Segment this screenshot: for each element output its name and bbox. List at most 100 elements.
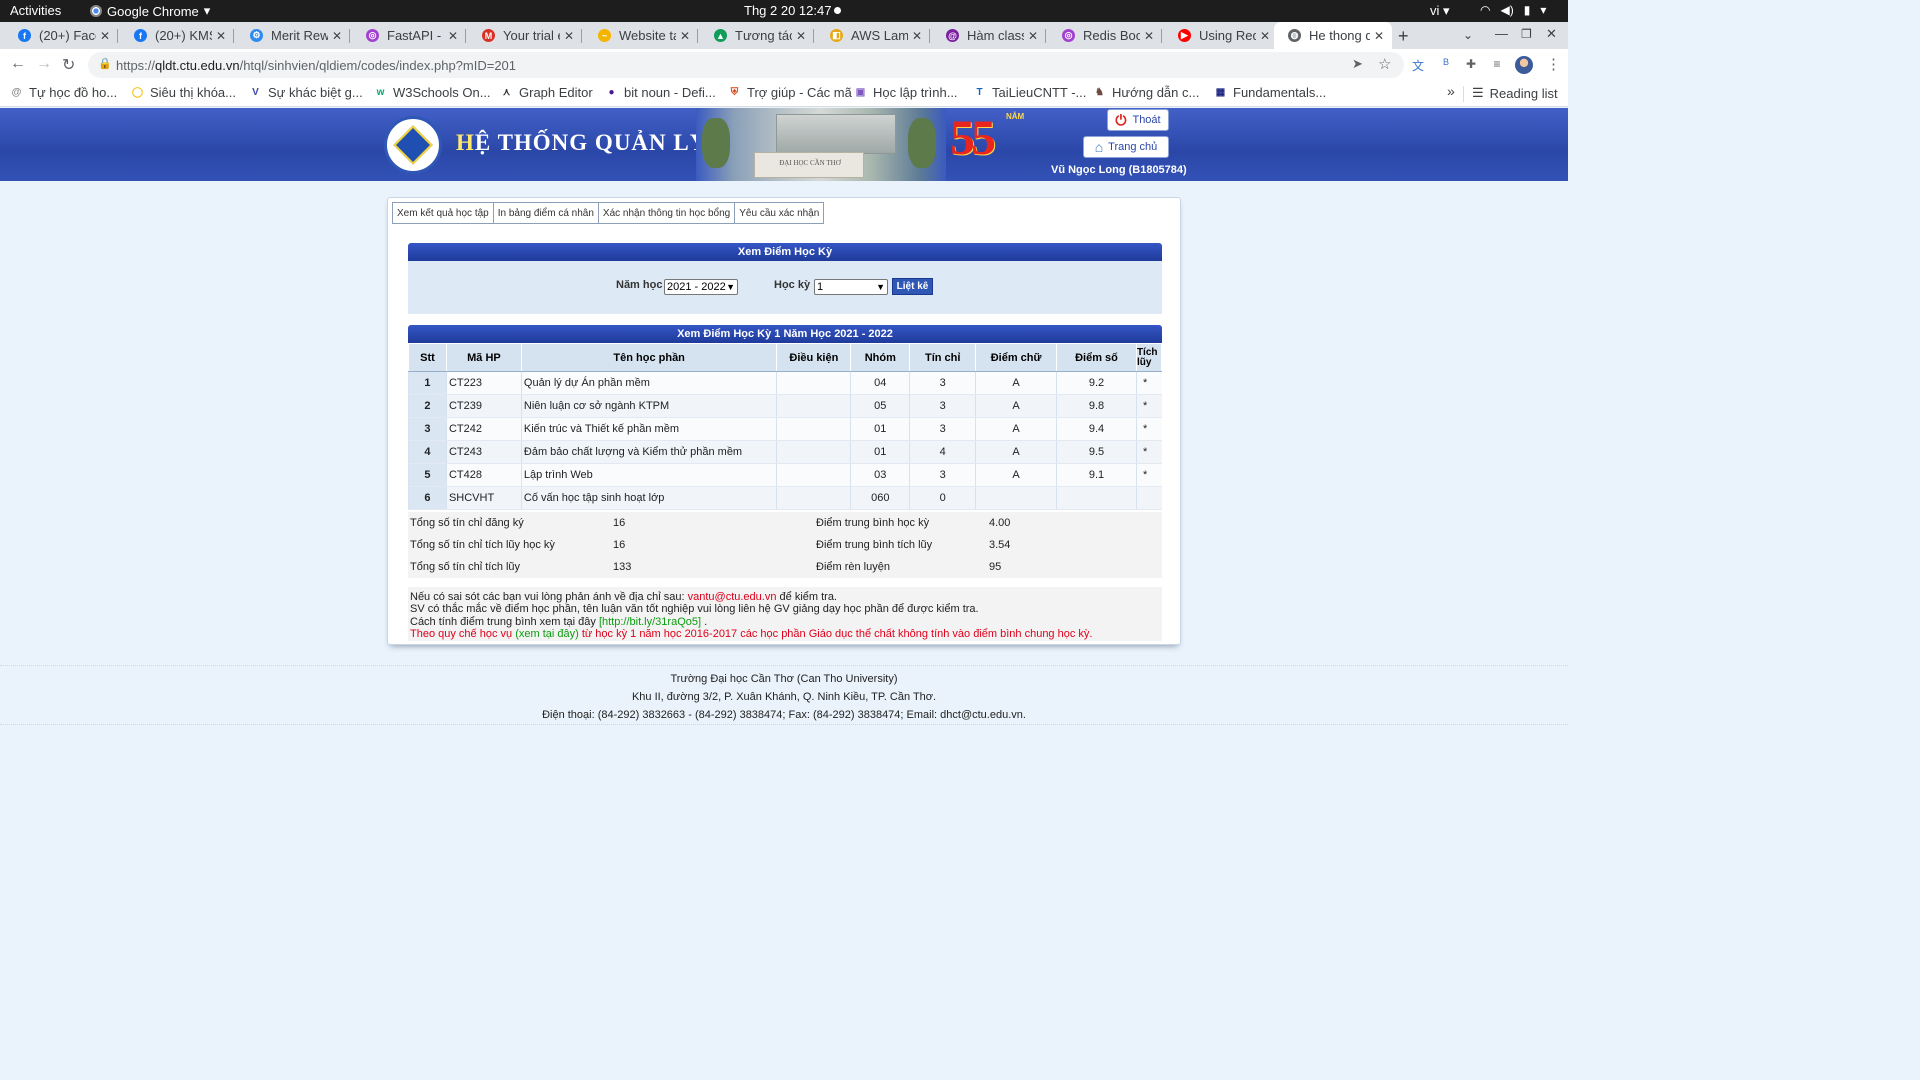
address-bar[interactable]: 🔒 https://qldt.ctu.edu.vn/htql/sinhvien/… — [88, 52, 1404, 78]
system-tray[interactable]: ◠ ◀) ▮ ▾ — [1480, 3, 1546, 17]
table-cell — [975, 486, 1057, 510]
tab-separator — [465, 29, 466, 43]
home-button[interactable]: ⌂ Trang chủ — [1083, 136, 1169, 158]
browser-tab[interactable]: f (20+) Facebook ✕ — [4, 22, 118, 49]
browser-tab[interactable]: ◎ FastAPI - Tortoise ✕ — [352, 22, 466, 49]
bookmark-item[interactable]: ▦ Fundamentals... — [1214, 85, 1326, 100]
clock[interactable]: Thg 2 20 12:47 — [744, 3, 831, 18]
table-cell: CT239 — [445, 394, 522, 418]
browser-tab[interactable]: ◧ AWS Lambda ✕ — [816, 22, 930, 49]
browser-tab[interactable]: @ Hàm classmethod ✕ — [932, 22, 1046, 49]
reload-button[interactable]: ↻ — [62, 55, 75, 75]
bookmark-item[interactable]: ⋏ Graph Editor — [500, 85, 593, 100]
horse-icon: ♞ — [1095, 87, 1104, 98]
column-header: Tín chỉ — [909, 343, 977, 372]
shield-icon: ⛨ — [730, 87, 739, 98]
table-row: 4 CT243 Đảm bảo chất lượng và Kiểm thử phầ… — [408, 440, 1162, 464]
tab-title: Hàm classmethod — [967, 28, 1024, 43]
close-tab-icon[interactable]: ✕ — [564, 29, 576, 43]
bookmark-item[interactable]: ▣ Học lập trình... — [854, 85, 958, 100]
browser-tab[interactable]: ~ Website tạo ✕ — [584, 22, 698, 49]
tree-shape — [908, 118, 936, 168]
close-tab-icon[interactable]: ✕ — [216, 29, 228, 43]
browser-tab[interactable]: ◍ He thong quan ly ✕ — [1274, 22, 1392, 49]
browser-tab[interactable]: ◎ Redis Boot ✕ — [1048, 22, 1162, 49]
close-tab-icon[interactable]: ✕ — [680, 29, 692, 43]
browser-tab[interactable]: f (20+) KMS Technology ✕ — [120, 22, 234, 49]
table-cell: Lập trình Web — [520, 463, 777, 487]
contact-email-link[interactable]: vantu@ctu.edu.vn — [688, 591, 777, 603]
translate-extension-icon[interactable]: 文 — [1410, 57, 1426, 73]
function-tab[interactable]: In bảng điểm cá nhân — [493, 203, 599, 223]
table-cell: 9.1 — [1056, 463, 1137, 487]
gpa-guide-link[interactable]: [http://bit.ly/31raQo5] — [599, 616, 701, 628]
browser-tab[interactable]: M Your trial ends ✕ — [468, 22, 582, 49]
back-button[interactable]: ← — [10, 55, 26, 73]
b-extension-icon[interactable]: B — [1438, 57, 1454, 73]
university-logo[interactable] — [384, 116, 442, 174]
bookmark-star-icon[interactable]: ☆ — [1378, 55, 1391, 73]
maximize-window-button[interactable]: ❐ — [1521, 27, 1532, 41]
summary-label: Điểm rèn luyện — [816, 561, 890, 573]
activities-button[interactable]: Activities — [10, 3, 61, 18]
term-select[interactable]: 1 ▼ — [814, 279, 888, 295]
logout-button[interactable]: ⏻ Thoát — [1107, 109, 1169, 131]
list-button[interactable]: Liệt kê — [892, 278, 933, 295]
campus-photo: ĐẠI HỌC CẦN THƠ — [696, 108, 946, 181]
function-tab[interactable]: Xác nhận thông tin học bổng — [598, 203, 736, 223]
function-tab[interactable]: Xem kết quả học tập — [393, 203, 494, 223]
year-select[interactable]: 2021 - 2022 ▼ — [664, 279, 738, 295]
url-text[interactable]: https://qldt.ctu.edu.vn/htql/sinhvien/ql… — [116, 58, 516, 73]
table-cell: 3 — [909, 463, 976, 487]
browser-tab[interactable]: ▶ Using Redis ✕ — [1164, 22, 1278, 49]
bookmark-item[interactable]: w W3Schools On... — [374, 85, 491, 100]
extensions-puzzle-icon[interactable]: ✚ — [1463, 57, 1479, 73]
regulation-link[interactable]: (xem tại đây) — [515, 628, 579, 640]
browser-tab[interactable]: ▲ Tương tác với ✕ — [700, 22, 814, 49]
bookmark-item[interactable]: ◯ Siêu thị khóa... — [131, 85, 236, 100]
close-tab-icon[interactable]: ✕ — [1374, 29, 1386, 43]
reading-list-button[interactable]: ☰ Reading list — [1472, 85, 1558, 101]
minimize-window-button[interactable]: — — [1495, 26, 1508, 41]
table-cell: 3 — [408, 417, 447, 441]
media-controls-icon[interactable]: ≡ — [1489, 57, 1505, 73]
column-header: Tích lũy — [1135, 343, 1163, 372]
bookmark-item[interactable]: ⛨ Trợ giúp - Các mã — [728, 85, 852, 100]
app-menu[interactable]: Google Chrome ▾ — [90, 3, 210, 19]
table-cell: * — [1135, 417, 1162, 441]
tab-title: FastAPI - Tortoise — [387, 28, 444, 43]
close-window-button[interactable]: ✕ — [1546, 26, 1557, 42]
colorful-icon: ~ — [598, 29, 611, 42]
bookmark-label: bit noun - Defi... — [624, 85, 716, 100]
tab-search-button[interactable]: ⌄ — [1463, 28, 1473, 42]
close-tab-icon[interactable]: ✕ — [1144, 29, 1156, 43]
table-cell: Quản lý dự Án phần mềm — [520, 371, 777, 395]
close-tab-icon[interactable]: ✕ — [332, 29, 344, 43]
bookmarks-overflow-button[interactable]: » — [1447, 83, 1455, 99]
close-tab-icon[interactable]: ✕ — [796, 29, 808, 43]
bookmark-item[interactable]: @ Tự học đồ ho... — [10, 85, 118, 100]
close-tab-icon[interactable]: ✕ — [100, 29, 112, 43]
lock-icon[interactable]: 🔒 — [98, 57, 112, 70]
send-tab-icon[interactable]: ➤ — [1352, 56, 1363, 72]
close-tab-icon[interactable]: ✕ — [448, 29, 460, 43]
bookmark-item[interactable]: ♞ Hướng dẫn c... — [1093, 85, 1199, 100]
browser-tab[interactable]: ⚙ Merit Rewards ✕ — [236, 22, 350, 49]
url-path: /htql/sinhvien/qldiem/codes/index.php?mI… — [239, 58, 517, 73]
bookmark-item[interactable]: V Sự khác biệt g... — [249, 85, 363, 100]
new-tab-button[interactable]: + — [1398, 26, 1409, 47]
function-tab[interactable]: Yêu cầu xác nhận — [735, 203, 824, 223]
bookmark-item[interactable]: ● bit noun - Defi... — [605, 85, 716, 100]
forward-button[interactable]: → — [36, 55, 52, 73]
chrome-menu-icon[interactable]: ⋮ — [1546, 55, 1561, 73]
close-tab-icon[interactable]: ✕ — [912, 29, 924, 43]
profile-avatar[interactable] — [1515, 56, 1533, 74]
close-tab-icon[interactable]: ✕ — [1260, 29, 1272, 43]
input-language[interactable]: vi ▾ — [1430, 3, 1450, 19]
close-tab-icon[interactable]: ✕ — [1028, 29, 1040, 43]
logo-diamond — [393, 125, 433, 165]
bookmark-item[interactable]: T TaiLieuCNTT -... — [973, 85, 1086, 100]
notification-dot-icon — [834, 7, 841, 14]
note-text: để kiểm tra. — [776, 591, 837, 603]
tab-separator — [581, 29, 582, 43]
